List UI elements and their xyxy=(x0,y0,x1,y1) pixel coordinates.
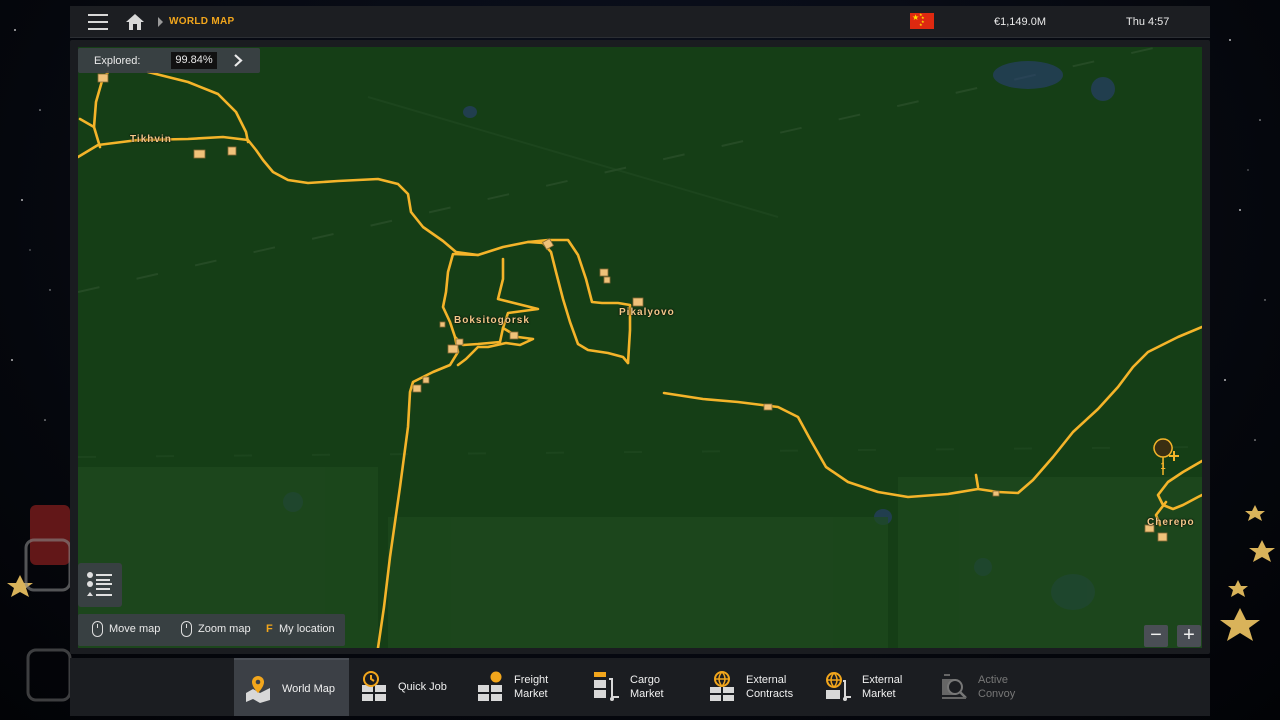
my-location-label: My location xyxy=(279,623,335,635)
tab-external-market[interactable]: External Market xyxy=(814,658,929,716)
tab-external-contracts-label-2: Contracts xyxy=(746,688,794,700)
tab-quick-job[interactable]: Quick Job xyxy=(350,658,465,716)
tab-world-map[interactable]: World Map xyxy=(234,658,349,716)
city-label-pikalyovo[interactable]: Pikalyovo xyxy=(619,307,675,318)
tab-active-convoy-label-2: Convoy xyxy=(978,688,1016,700)
city-label-cherepovets[interactable]: Cherepo xyxy=(1147,517,1195,528)
zoom-in-button[interactable]: + xyxy=(1177,625,1201,647)
freight-market-icon xyxy=(478,671,502,701)
legend-list-icon xyxy=(87,572,112,596)
game-time: Thu 4:57 xyxy=(1126,16,1170,28)
chevron-right-icon[interactable] xyxy=(232,54,244,67)
explored-label: Explored: xyxy=(94,55,141,67)
city-label-boksitogorsk[interactable]: Boksitogorsk xyxy=(454,315,530,326)
china-flag-icon: ★ ★ ★ ★ ★ xyxy=(910,13,934,29)
tab-cargo-market-label-1: Cargo xyxy=(630,674,660,686)
tab-external-market-label-1: External xyxy=(862,674,903,686)
tab-cargo-market-label-2: Market xyxy=(630,688,664,700)
tab-cargo-market[interactable]: Cargo Market xyxy=(582,658,697,716)
map-legend-button[interactable] xyxy=(78,563,122,607)
world-map-icon xyxy=(246,676,270,703)
tab-external-contracts-label-1: External xyxy=(746,674,787,686)
tab-quick-job-label: Quick Job xyxy=(398,681,447,693)
active-convoy-icon xyxy=(942,674,967,699)
tab-active-convoy-label-1: Active xyxy=(978,674,1008,686)
zoom-map-label: Zoom map xyxy=(198,623,251,635)
bottom-navigation: World Map Quick Job Freight Market Cargo… xyxy=(70,658,1210,716)
waypoint-number: 1 xyxy=(1160,461,1165,471)
tab-freight-market-label-2: Market xyxy=(514,688,548,700)
quick-job-icon xyxy=(362,671,386,701)
tab-freight-market-label-1: Freight xyxy=(514,674,549,686)
mouse-scroll-icon xyxy=(181,621,192,637)
f-key-icon: F xyxy=(266,623,273,635)
mouse-left-drag-icon xyxy=(92,621,103,637)
zoom-out-button[interactable]: − xyxy=(1144,625,1168,647)
explored-panel: Explored: 99.84% xyxy=(78,48,260,73)
tab-freight-market[interactable]: Freight Market xyxy=(466,658,581,716)
city-label-tikhvin[interactable]: Tikhvin xyxy=(130,134,172,145)
tab-world-map-label: World Map xyxy=(282,683,335,695)
map-canvas: 1 xyxy=(78,47,1202,648)
tab-external-contracts[interactable]: External Contracts xyxy=(698,658,813,716)
cargo-market-icon xyxy=(594,672,619,701)
external-market-icon xyxy=(826,672,851,701)
tab-external-market-label-2: Market xyxy=(862,688,896,700)
external-contracts-icon xyxy=(710,671,734,701)
home-icon[interactable] xyxy=(125,13,145,31)
waypoint-marker-icon[interactable]: 1 xyxy=(1153,438,1179,476)
hamburger-icon[interactable] xyxy=(88,14,108,30)
money-balance: €1,149.0M xyxy=(994,16,1046,28)
world-map-view[interactable]: 1 Tikhvin Boksitogorsk Pikalyovo Cherepo xyxy=(78,47,1202,648)
map-controls-hint: Move map Zoom map F My location xyxy=(78,614,345,646)
top-bar: WORLD MAP ★ ★ ★ ★ ★ €1,149.0M Thu 4:57 xyxy=(70,6,1210,38)
breadcrumb-arrow-icon xyxy=(158,17,163,27)
breadcrumb: WORLD MAP xyxy=(169,16,235,27)
explored-value: 99.84% xyxy=(171,52,217,69)
tab-active-convoy[interactable]: Active Convoy xyxy=(930,658,1045,716)
move-map-label: Move map xyxy=(109,623,161,635)
